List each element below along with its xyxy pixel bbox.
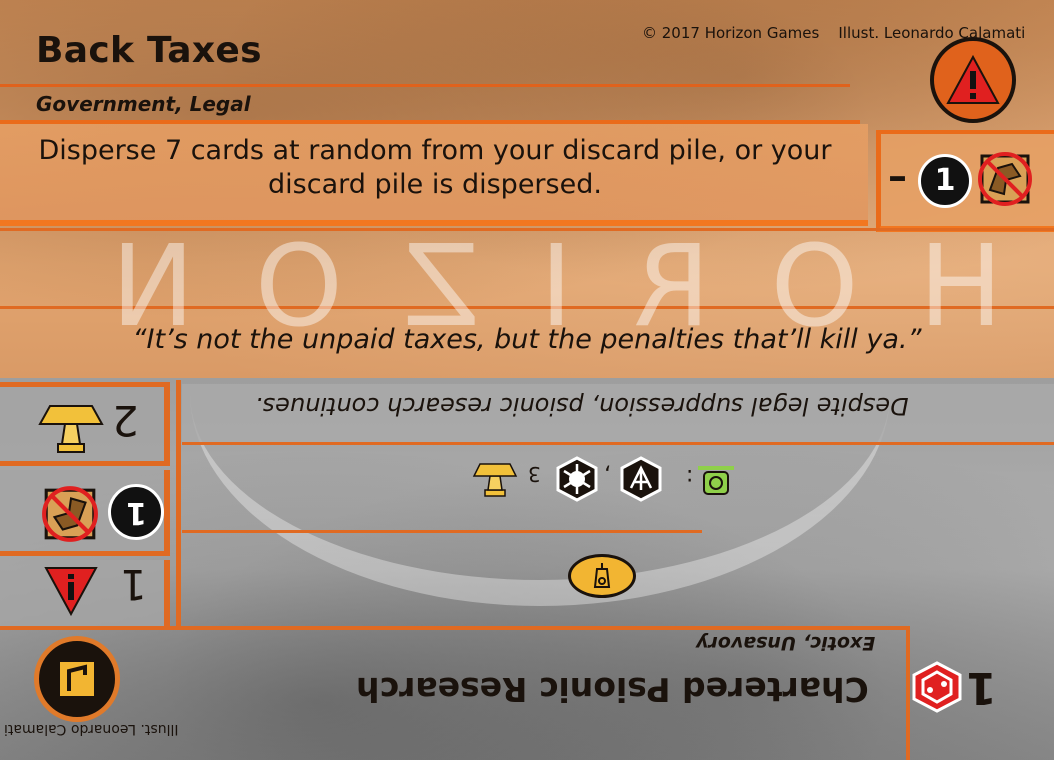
bottom-subtypes: Exotic, Unsavory [696,632,876,654]
ability-number-wrap: 3 [528,462,541,486]
card-title: Back Taxes [36,30,262,71]
card-subtypes: Government, Legal [36,92,251,116]
hex-symbol-icon [910,660,964,718]
stat-value-1: 2 [112,396,139,445]
draw-card-icon [696,460,736,502]
cost-number: 1 [918,154,972,208]
stat-value-wrap: 1 [120,560,147,609]
trophy-icon [36,398,106,460]
stat-value-3: 1 [120,560,147,609]
ability-number: 3 [528,462,541,486]
stat-value-2: 1 [108,484,164,540]
bottom-cost-wrap: 1 [966,662,997,713]
bottom-illustrator: Illust. Leonardo Calamati [4,721,179,737]
stat-value-wrap: 2 [112,396,139,445]
cost-dash: – [888,154,907,198]
divider [182,530,702,533]
divider [0,84,850,87]
bottom-illustrator-wrap: Illust. Leonardo Calamati [4,718,178,737]
bottom-card-title: Chartered Psionic Research [356,670,869,709]
ability-separator: , [604,462,611,487]
bottom-subtypes-wrap: Exotic, Unsavory [696,632,875,654]
bottom-cost: 1 [966,662,997,713]
hex-symbol-icon [554,456,600,506]
bottom-flavor-wrap: Despite legal suppression, psionic resea… [182,392,982,420]
trophy-icon [470,458,520,502]
divider [182,442,1054,445]
hex-symbol-icon [618,456,664,506]
divider [176,380,181,628]
ability-separator-wrap: , [604,462,611,487]
bottom-flavor-text: Despite legal suppression, psionic resea… [255,392,909,420]
divider [0,626,910,630]
ability-colon: : [686,464,694,489]
no-discard-icon [976,150,1034,212]
bottom-title-wrap: Chartered Psionic Research [356,670,869,709]
ability-colon-wrap: : [686,464,693,489]
priority-arrow-icon [44,564,98,622]
alert-triangle-icon [930,37,1016,123]
influence-icon [568,554,636,598]
no-discard-icon [40,484,100,548]
hazard-icon [34,636,120,722]
